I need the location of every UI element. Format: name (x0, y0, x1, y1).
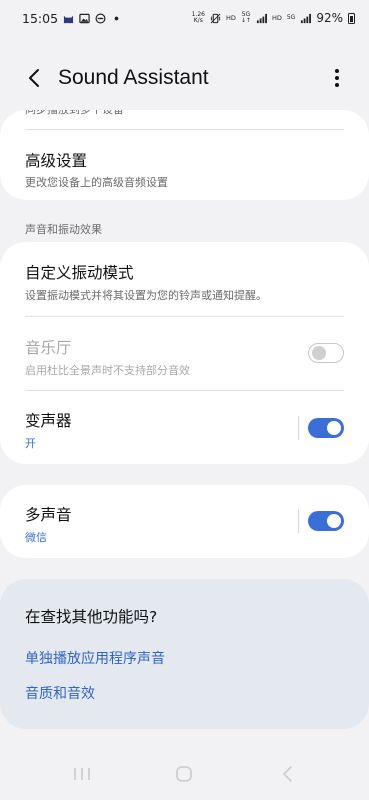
battery-icon (348, 12, 355, 24)
multi-sound-row[interactable]: 多声音 微信 (0, 485, 369, 558)
gallery-icon (79, 13, 90, 23)
looking-for-more-title: 在查找其他功能吗? (25, 608, 158, 626)
advanced-settings-subtitle: 更改您设备上的高级音频设置 (25, 176, 168, 189)
music-hall-toggle (308, 343, 344, 363)
do-not-disturb-icon (95, 13, 106, 23)
advanced-settings-row[interactable]: 高级设置 更改您设备上的高级音频设置 (0, 130, 369, 200)
custom-vibration-subtitle: 设置振动模式并将其设置为您的铃声或通知提醒。 (25, 289, 267, 302)
section-header-sound-vibration: 声音和振动效果 (25, 223, 102, 236)
home-button[interactable] (169, 760, 199, 788)
cat-app-icon (63, 15, 74, 23)
app-header: Sound Assistant (0, 56, 369, 100)
back-nav-button[interactable] (272, 760, 302, 788)
card-sound-effects: 自定义振动模式 设置振动模式并将其设置为您的铃声或通知提醒。 音乐厅 启用杜比全… (0, 242, 369, 464)
voice-changer-status: 开 (25, 437, 36, 450)
vibrate-mode-icon (210, 13, 221, 23)
partial-row-subtitle: 同步播放到多个设备 (25, 103, 124, 116)
network-speed-unit: K/s (193, 17, 203, 24)
status-bar-left: 15:05 (22, 11, 122, 26)
voice-changer-title: 变声器 (25, 412, 72, 430)
toggle-separator (298, 416, 299, 440)
music-hall-subtitle: 启用杜比全景声时不支持部分音效 (25, 364, 190, 377)
voice-changer-row[interactable]: 变声器 开 (0, 391, 369, 464)
status-bar: 15:05 1.26 K/s HD 5G ↓↑ HD 5G 92% (0, 0, 369, 36)
looking-for-more-card: 在查找其他功能吗? 单独播放应用程序声音 音质和音效 (0, 579, 369, 729)
toggle-separator (298, 509, 299, 533)
signal-icon-1 (256, 13, 267, 23)
status-time: 15:05 (22, 10, 59, 26)
back-button[interactable] (14, 58, 54, 98)
more-vertical-icon (335, 69, 339, 87)
hd-label-2: HD (271, 14, 282, 22)
network-type-1-arrows: ↓↑ (240, 17, 251, 24)
hd-label-1: HD (225, 14, 236, 22)
multi-sound-subtitle: 微信 (25, 531, 47, 544)
recent-apps-button[interactable] (67, 760, 97, 788)
advanced-settings-title: 高级设置 (25, 152, 88, 170)
network-type-2-label: 5G (286, 14, 296, 21)
status-bar-right: 1.26 K/s HD 5G ↓↑ HD 5G 92% (192, 11, 355, 25)
home-icon (176, 766, 192, 782)
battery-percent: 92% (316, 11, 343, 25)
chevron-left-icon (29, 69, 39, 87)
multi-sound-title: 多声音 (25, 506, 72, 524)
back-nav-icon (282, 766, 292, 782)
toggle-knob (327, 421, 341, 435)
network-type-1: 5G ↓↑ (241, 12, 251, 24)
voice-changer-toggle[interactable] (308, 418, 344, 438)
card-general: 同步播放到多个设备 高级设置 更改您设备上的高级音频设置 (0, 103, 369, 200)
multi-sound-toggle[interactable] (308, 511, 344, 531)
toggle-knob (312, 345, 326, 360)
card-multi-sound: 多声音 微信 (0, 485, 369, 558)
network-speed: 1.26 K/s (192, 12, 205, 24)
custom-vibration-row[interactable]: 自定义振动模式 设置振动模式并将其设置为您的铃声或通知提醒。 (0, 242, 369, 316)
music-hall-title: 音乐厅 (25, 339, 72, 357)
more-options-button[interactable] (325, 58, 349, 98)
signal-icon-2 (301, 13, 312, 23)
toggle-knob (327, 514, 341, 528)
system-navigation-bar (0, 752, 369, 796)
recent-apps-icon (74, 768, 90, 780)
music-hall-row: 音乐厅 启用杜比全景声时不支持部分音效 (0, 317, 369, 391)
page-title: Sound Assistant (58, 66, 209, 89)
separate-app-sound-link[interactable]: 单独播放应用程序声音 (25, 648, 165, 668)
notification-dot-icon (114, 16, 119, 20)
custom-vibration-title: 自定义振动模式 (25, 264, 134, 282)
sound-quality-effects-link[interactable]: 音质和音效 (25, 683, 95, 703)
